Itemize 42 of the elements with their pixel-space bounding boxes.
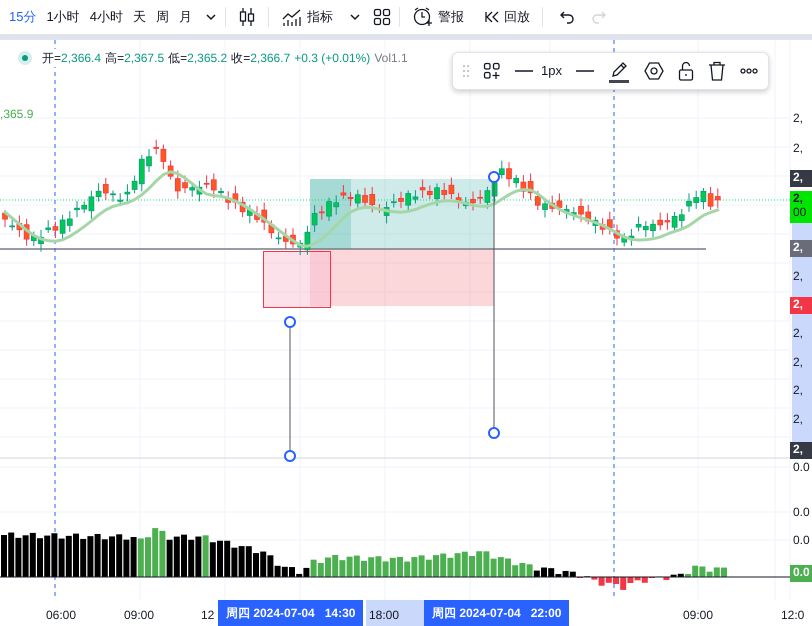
legend-change: +0.3 (+0.01%)	[294, 50, 370, 67]
price-axis-label: 2,	[790, 442, 812, 459]
line-width-button[interactable]: 1px	[515, 61, 562, 81]
alert-button[interactable]: 警报	[408, 6, 468, 28]
legend-label: 开=	[42, 49, 62, 67]
price-axis-label: 2,	[792, 326, 804, 340]
indicators-button[interactable]: 指标	[276, 7, 337, 27]
time-axis-label: 09:00	[124, 607, 154, 624]
time-axis-label: 12	[201, 607, 214, 624]
price-axis-label: 2,	[792, 111, 804, 125]
interval-tab[interactable]: 天	[128, 3, 151, 31]
price-axis-label: 2,	[792, 269, 804, 283]
legend-value: 2,367.5	[124, 50, 164, 67]
price-axis-label: 2,	[790, 170, 812, 187]
price-axis-label: 2,	[790, 297, 812, 314]
interval-tab[interactable]: 周	[150, 3, 174, 31]
legend-value: 2,366.4	[61, 50, 102, 67]
time-axis-label: 12:0	[781, 607, 804, 624]
volume-axis-label: 0.0	[792, 533, 811, 547]
legend-value: 2,366.7	[250, 50, 290, 67]
price-axis-label: 2,	[790, 240, 812, 257]
price-tag: ,365.9	[0, 105, 34, 123]
price-axis-label: 2,	[792, 141, 804, 155]
price-axis-label: 2, 00	[790, 191, 812, 223]
interval-tab[interactable]: 月	[174, 3, 197, 31]
replay-button[interactable]: 回放	[480, 7, 534, 27]
price-axis-label: 2,	[792, 355, 804, 369]
volume-axis-label: 0.0	[790, 565, 812, 582]
interval-tab[interactable]: 4小时	[84, 3, 128, 31]
legend-volume: Vol1.1	[374, 50, 408, 67]
legend-value: 2,365.2	[187, 50, 228, 67]
time-cursor-label: 周四 2024-07-04 22:00	[424, 600, 570, 626]
time-axis-label: 09:00	[683, 607, 714, 624]
volume-axis-label: 0.0	[792, 460, 811, 474]
price-axis-label: 2,	[792, 412, 804, 426]
interval-tab[interactable]: 15分	[4, 3, 42, 31]
time-axis-label: 18:00	[369, 607, 400, 624]
price-axis-label: 2,	[792, 383, 804, 397]
time-cursor-label: 周四 2024-07-04 14:30	[218, 600, 364, 626]
time-axis-label: 06:00	[46, 607, 76, 624]
volume-axis-label: 0.0	[792, 505, 811, 519]
interval-tab[interactable]: 1小时	[41, 3, 85, 31]
